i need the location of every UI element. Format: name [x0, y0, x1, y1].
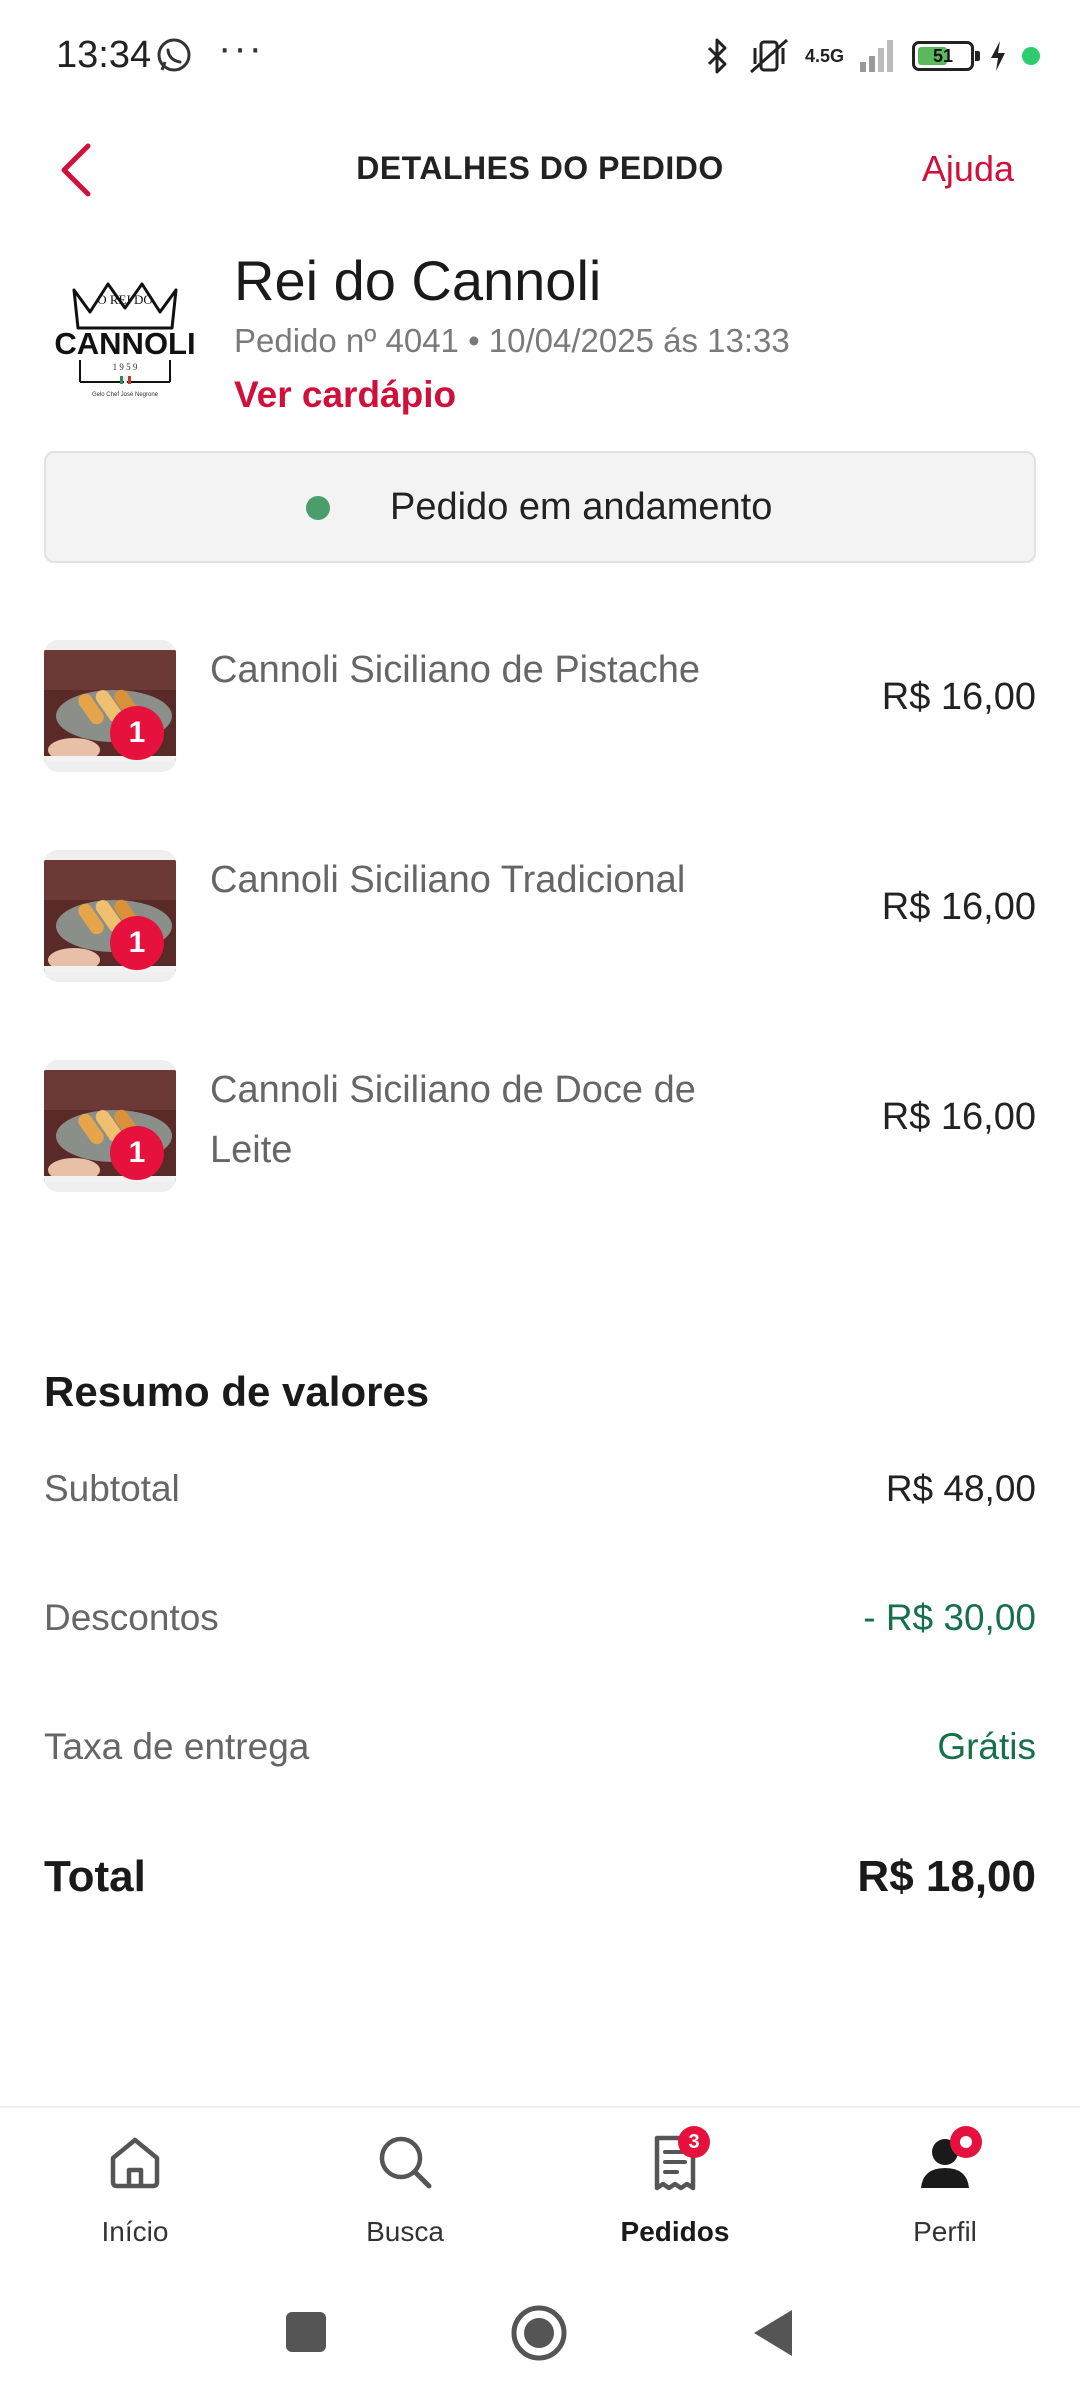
search-icon: [379, 2136, 432, 2189]
status-dot: [306, 496, 330, 520]
vibrate-mute-icon: [749, 38, 788, 74]
delivery-fee-value: Grátis: [937, 1726, 1036, 1767]
orders-count-badge: 3: [678, 2126, 710, 2158]
svg-text:CANNOLI: CANNOLI: [54, 326, 195, 361]
home-button[interactable]: [510, 2304, 568, 2362]
battery-level: 51: [932, 46, 954, 66]
delivery-fee-label: Taxa de entrega: [44, 1726, 310, 1767]
battery-icon: 51: [912, 41, 980, 71]
quantity-badge: 1: [110, 916, 164, 970]
network-type: 4.5G: [804, 45, 844, 66]
status-bar: 13:34 ··· 4.5G 51: [0, 0, 1080, 120]
privacy-indicator-dot: [1022, 47, 1040, 65]
svg-text:Gelo Chef José Negrone: Gelo Chef José Negrone: [92, 392, 159, 398]
quantity-badge: 1: [110, 1126, 164, 1180]
nav-label: Perfil: [913, 2216, 977, 2247]
restaurant-name: Rei do Cannoli: [234, 249, 602, 312]
svg-text:O REI DO: O REI DO: [97, 292, 153, 307]
svg-text:1 9 5 9: 1 9 5 9: [113, 362, 138, 372]
total-value: R$ 18,00: [857, 1852, 1036, 1901]
nav-label: Início: [101, 2216, 169, 2247]
order-item[interactable]: 1 Cannoli Siciliano de Doce de Leite R$ …: [0, 1060, 1080, 1240]
item-price: R$ 16,00: [881, 676, 1036, 718]
item-price: R$ 16,00: [881, 1096, 1036, 1138]
order-status-text: Pedido em andamento: [390, 486, 773, 528]
order-meta: Pedido nº 4041 • 10/04/2025 ás 13:33: [234, 322, 790, 359]
bottom-navigation: Início Busca 3 Pedidos Perfil: [0, 2106, 1080, 2268]
recent-apps-button[interactable]: [284, 2310, 328, 2354]
discount-value: - R$ 30,00: [863, 1597, 1036, 1638]
page-title: DETALHES DO PEDIDO: [356, 150, 724, 186]
view-menu-link[interactable]: Ver cardápio: [234, 374, 456, 416]
signal-icon: [860, 40, 893, 72]
charging-icon: [991, 41, 1005, 71]
item-image: 1: [44, 1060, 176, 1192]
order-item[interactable]: 1 Cannoli Siciliano de Pistache R$ 16,00: [0, 640, 1080, 820]
summary-title: Resumo de valores: [44, 1368, 430, 1415]
back-nav-button[interactable]: [750, 2306, 796, 2360]
status-time: 13:34: [56, 34, 152, 76]
total-label: Total: [44, 1852, 146, 1901]
help-link[interactable]: Ajuda: [922, 148, 1014, 190]
more-notifications-icon: ···: [218, 26, 264, 70]
system-navigation-bar: [0, 2266, 1080, 2400]
nav-item-busca[interactable]: Busca: [270, 2108, 540, 2268]
home-icon: [110, 2137, 160, 2189]
whatsapp-icon: [157, 38, 191, 72]
subtotal-value: R$ 48,00: [885, 1468, 1036, 1509]
item-name: Cannoli Siciliano de Pistache: [210, 649, 701, 691]
quantity-badge: 1: [110, 706, 164, 760]
nav-item-perfil[interactable]: Perfil: [810, 2108, 1080, 2268]
profile-notification-dot: [950, 2126, 982, 2158]
discount-label: Descontos: [44, 1597, 219, 1638]
status-icons: 4.5G 51: [703, 34, 1040, 78]
nav-item-inicio[interactable]: Início: [0, 2108, 270, 2268]
subtotal-label: Subtotal: [44, 1468, 180, 1509]
nav-item-pedidos[interactable]: 3 Pedidos: [540, 2108, 810, 2268]
item-name: Cannoli Siciliano Tradicional: [210, 859, 686, 901]
item-image: 1: [44, 850, 176, 982]
item-image: 1: [44, 640, 176, 772]
bluetooth-icon: [707, 38, 727, 74]
restaurant-logo[interactable]: O REI DO CANNOLI 1 9 5 9 Gelo Chef José …: [40, 250, 210, 410]
item-name: Cannoli Siciliano de Doce de Leite: [210, 1069, 696, 1171]
item-price: R$ 16,00: [881, 886, 1036, 928]
order-item[interactable]: 1 Cannoli Siciliano Tradicional R$ 16,00: [0, 850, 1080, 1030]
nav-label: Pedidos: [620, 2216, 730, 2247]
nav-label: Busca: [366, 2216, 444, 2247]
